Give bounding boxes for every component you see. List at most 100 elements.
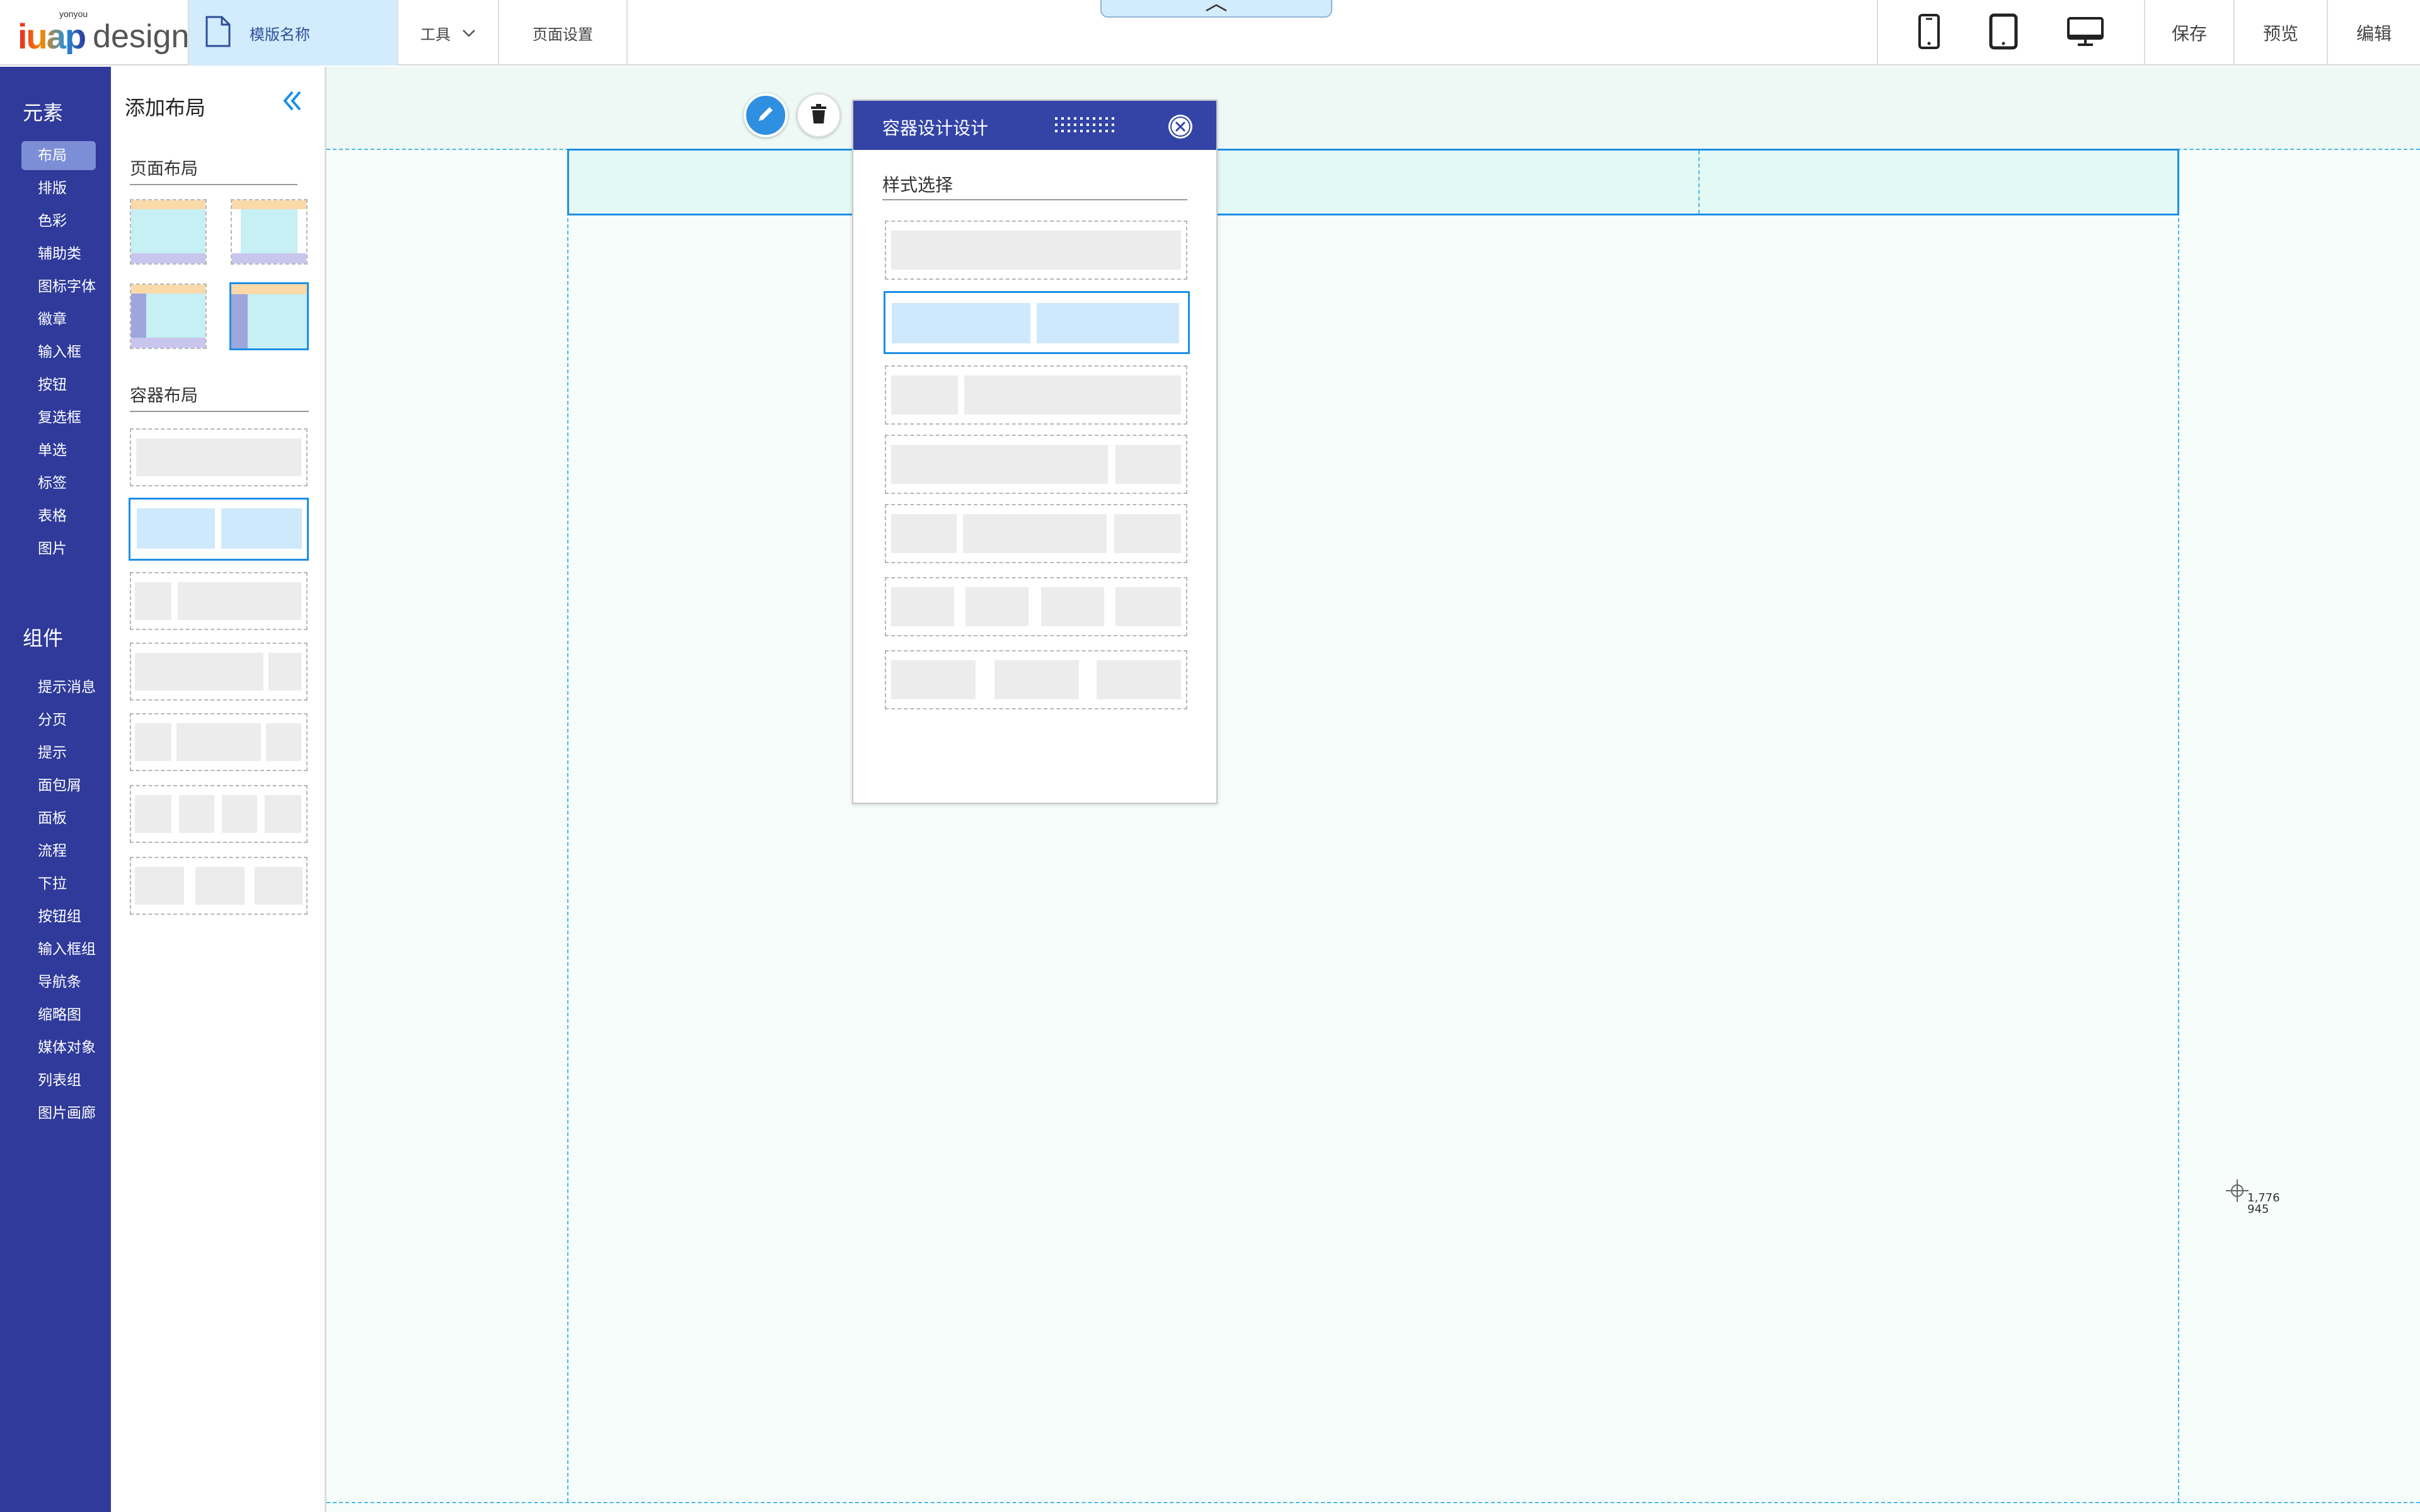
style-option-narrow-wide[interactable] [885,365,1187,425]
container-layout-4col[interactable] [130,785,308,843]
rail-item-dropdown[interactable]: 下拉 [21,869,96,898]
desktop-icon[interactable] [2066,16,2104,49]
logo-brand-text: yonyou [59,9,88,19]
pencil-icon [755,103,776,127]
column-block [135,795,171,833]
rail-item-tooltip[interactable]: 提示 [21,738,96,767]
rail-item-media-object[interactable]: 媒体对象 [21,1033,96,1062]
device-switcher [1877,0,2145,66]
rail-item-button[interactable]: 按钮 [21,370,96,399]
rail-item-panel[interactable]: 面板 [21,804,96,833]
container-layout-wide-narrow[interactable] [130,643,308,701]
chevron-up-icon [1205,3,1228,14]
column-block [891,231,1181,270]
page-settings-menu[interactable]: 页面设置 [499,0,628,66]
rail-item-layout[interactable]: 布局 [21,141,96,170]
page-layout-option-1[interactable] [130,199,207,265]
rail-item-radio[interactable]: 单选 [21,436,96,465]
phone-icon[interactable] [1918,13,1940,52]
template-name-label: 模版名称 [250,25,310,43]
column-block [892,303,1030,343]
style-option-4col[interactable] [885,577,1187,636]
rail-item-badge[interactable]: 徽章 [21,305,96,334]
rail-item-list-group[interactable]: 列表组 [21,1066,96,1095]
components-heading: 组件 [23,626,64,650]
container-layout-3col-spaced[interactable] [130,857,308,915]
container-layout-1col[interactable] [130,428,308,486]
layout-content-block [131,209,205,253]
column-block [963,514,1107,553]
column-block [255,867,302,905]
column-block [891,587,954,626]
divider [130,184,297,185]
rail-item-tag[interactable]: 标签 [21,469,96,498]
column-block [964,375,1181,415]
preview-button[interactable]: 预览 [2235,0,2328,66]
rail-item-breadcrumb[interactable]: 面包屑 [21,771,96,800]
rail-item-input[interactable]: 输入框 [21,338,96,367]
rail-item-typography[interactable]: 排版 [21,174,96,203]
page-layout-option-4[interactable] [229,282,309,350]
tools-menu[interactable]: 工具 [398,0,499,66]
style-option-1col[interactable] [885,220,1187,280]
column-block [891,375,958,415]
drag-handle-icon[interactable] [1054,115,1117,137]
layout-content-block [248,294,307,348]
rail-item-thumbnail[interactable]: 缩略图 [21,1000,96,1029]
guide-line [326,1502,2420,1503]
divider [130,411,309,412]
page-settings-label: 页面设置 [533,25,593,43]
delete-container-button[interactable] [797,93,841,137]
rail-item-button-group[interactable]: 按钮组 [21,902,96,931]
tools-menu-label: 工具 [420,25,451,43]
rail-item-gallery[interactable]: 图片画廊 [21,1099,96,1128]
style-option-3col-center[interactable] [885,504,1187,563]
container-layout-3col-center[interactable] [130,713,308,771]
page-layout-option-2[interactable] [231,199,308,265]
style-option-wide-narrow[interactable] [885,435,1187,494]
rail-item-process[interactable]: 流程 [21,837,96,866]
column-block [136,438,301,476]
rail-item-table[interactable]: 表格 [21,501,96,530]
guide-line [2178,149,2179,1502]
double-chevron-left-icon[interactable] [280,88,305,116]
rail-item-checkbox[interactable]: 复选框 [21,403,96,432]
rail-item-helpers[interactable]: 辅助类 [21,239,96,268]
rail-item-color[interactable]: 色彩 [21,207,96,236]
crosshair-cursor-icon [2225,1178,2250,1203]
column-block [1041,587,1104,626]
rail-item-message[interactable]: 提示消息 [21,673,96,702]
column-block [135,653,263,690]
style-option-2col[interactable] [884,291,1190,354]
container-layout-narrow-wide[interactable] [130,572,308,630]
selected-container-row[interactable] [567,149,2179,215]
layout-header-block [131,200,205,209]
rail-item-navbar[interactable]: 导航条 [21,968,96,997]
column-block [135,582,171,620]
layout-header-block [231,284,307,294]
divider [882,199,1187,200]
template-name-tab[interactable]: 模版名称 [188,0,398,66]
rail-item-image[interactable]: 图片 [21,534,96,563]
element-category-rail: 元素 布局 排版 色彩 辅助类 图标字体 徽章 输入框 按钮 复选框 单选 标签… [0,67,111,1512]
column-block [135,723,171,761]
trash-icon [809,103,828,127]
layout-footer-block [131,338,205,348]
save-button[interactable]: 保存 [2145,0,2235,66]
rail-item-pagination[interactable]: 分页 [21,706,96,735]
rail-item-input-group[interactable]: 输入框组 [21,935,96,964]
tablet-icon[interactable] [1989,13,2018,52]
edit-button[interactable]: 编辑 [2328,0,2420,66]
collapse-toolbar-tab[interactable] [1100,0,1332,18]
edit-container-button[interactable] [744,93,788,137]
page-layout-option-3[interactable] [130,284,207,349]
style-option-3col-spaced[interactable] [885,650,1187,709]
rail-item-icon-font[interactable]: 图标字体 [21,272,96,301]
column-block [994,660,1079,699]
add-layout-panel: 添加布局 页面布局 容器布局 [111,67,326,1512]
container-layout-2col[interactable] [129,498,309,561]
column-block [965,587,1028,626]
document-icon [204,15,232,50]
design-canvas[interactable] [326,67,2420,1512]
close-dialog-button[interactable] [1167,113,1194,142]
